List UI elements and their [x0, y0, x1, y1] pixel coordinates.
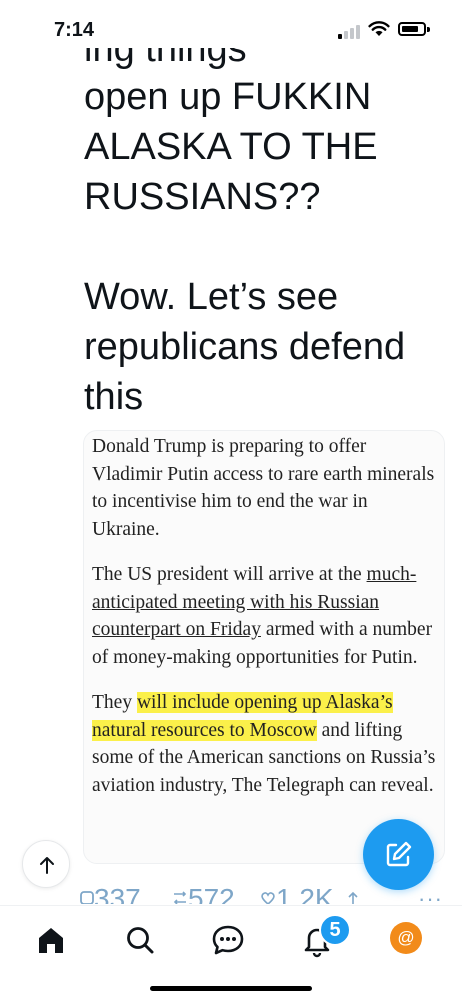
post-line: republicans defend	[84, 326, 406, 368]
compose-icon	[386, 841, 412, 867]
scroll-to-top-button[interactable]	[22, 840, 70, 888]
home-indicator	[150, 986, 312, 991]
article-text-segment: They	[92, 692, 137, 713]
search-icon	[127, 927, 154, 954]
post-line-clipped: ing things	[84, 48, 247, 70]
reply-icon	[80, 891, 94, 904]
battery-cap	[427, 27, 430, 32]
retweet-button[interactable]: 572	[172, 884, 235, 904]
share-button[interactable]	[345, 884, 361, 904]
messages-icon	[212, 925, 244, 955]
avatar[interactable]: @	[390, 922, 422, 954]
wifi-icon	[368, 20, 390, 42]
reply-button[interactable]: 337	[80, 884, 141, 904]
post-line: ALASKA TO THE	[84, 126, 378, 168]
attached-image[interactable]: Donald Trump is preparing to offer Vladi…	[83, 430, 445, 864]
like-button[interactable]: 1.2K	[260, 884, 334, 904]
post-line: Wow. Let’s see	[84, 276, 339, 318]
article-text: Donald Trump is preparing to offer Vladi…	[92, 433, 438, 817]
retweet-icon	[173, 891, 187, 904]
retweet-count: 572	[188, 884, 235, 904]
like-icon	[261, 892, 275, 904]
arrow-up-icon	[40, 857, 54, 874]
home-icon	[39, 928, 63, 953]
notifications-badge: 5	[319, 914, 351, 946]
battery-icon	[398, 22, 426, 36]
reply-count: 337	[94, 884, 141, 904]
article-paragraph-2: The US president will arrive at the much…	[92, 561, 438, 671]
article-text-segment: The US president will arrive at the	[92, 564, 367, 585]
compose-button[interactable]	[363, 819, 434, 890]
post-line: this	[84, 376, 144, 418]
post-line: RUSSIANS??	[84, 176, 321, 218]
signal-icon	[338, 23, 364, 39]
status-time: 7:14	[54, 19, 95, 41]
post-text: ing things open up FUKKIN ALASKA TO THE …	[84, 48, 454, 420]
post-line: open up FUKKIN	[84, 76, 372, 118]
share-icon	[348, 891, 358, 904]
article-paragraph-1: Donald Trump is preparing to offer Vladi…	[92, 436, 435, 540]
nav-search[interactable]	[120, 920, 160, 960]
article-paragraph-3: They will include opening up Alaska’s na…	[92, 689, 438, 799]
nav-messages[interactable]	[208, 920, 248, 960]
nav-home[interactable]	[31, 920, 71, 960]
like-count: 1.2K	[276, 884, 334, 904]
